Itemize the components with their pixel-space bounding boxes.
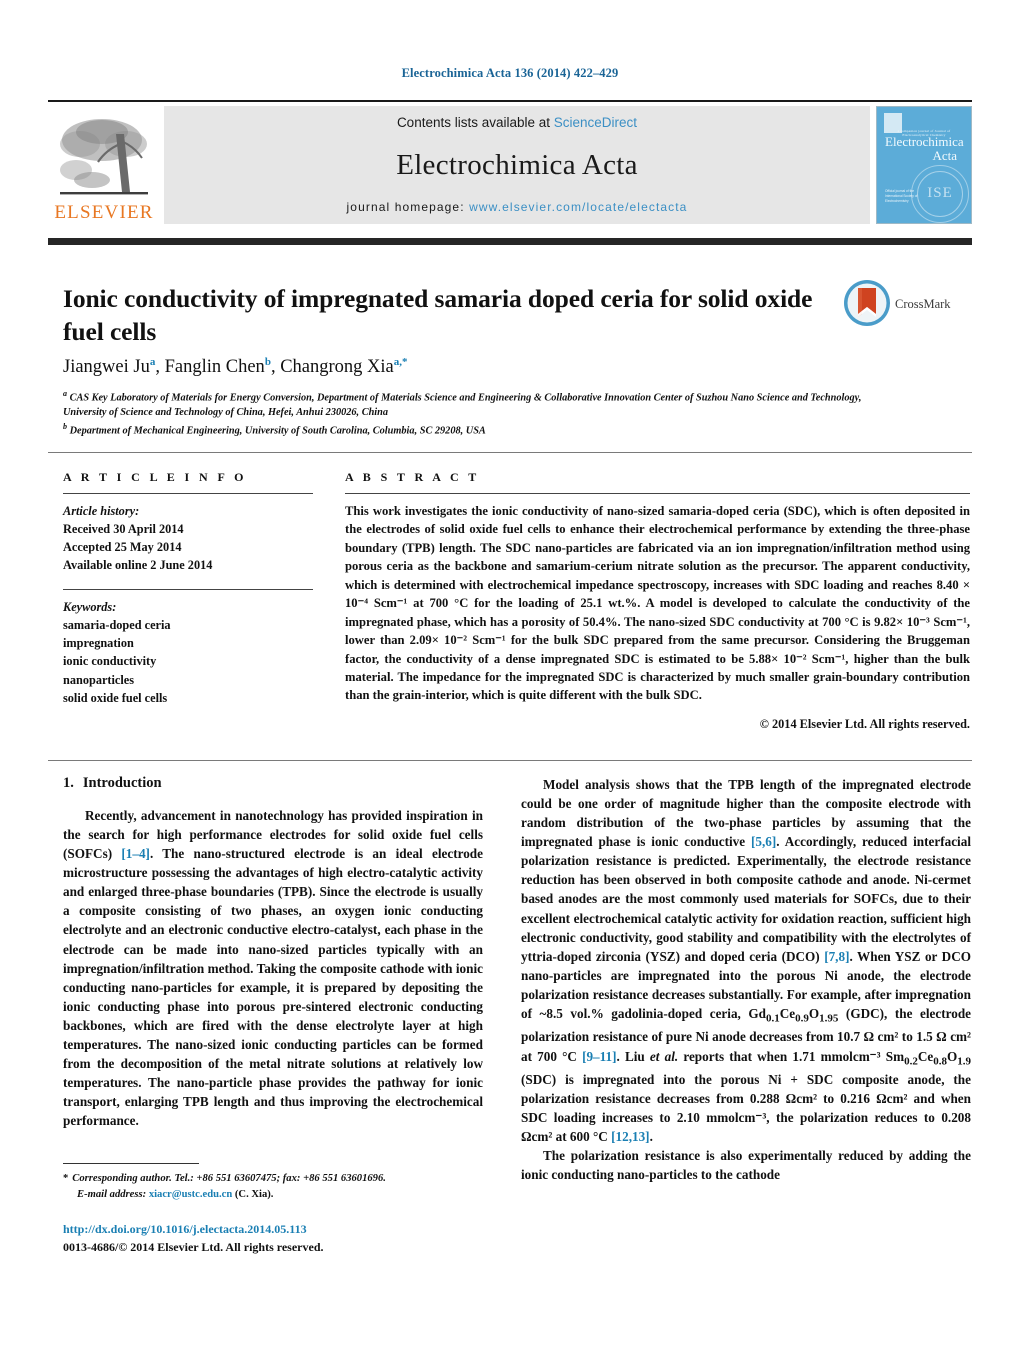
ise-seal-icon: ISE — [911, 165, 969, 223]
email-suffix: (C. Xia). — [234, 1188, 274, 1200]
title-block: Ionic conductivity of impregnated samari… — [63, 283, 823, 348]
footnote-corresponding-line: * Corresponding author. Tel.: +86 551 636… — [63, 1171, 493, 1187]
keyword-item: solid oxide fuel cells — [63, 690, 168, 705]
journal-band: Contents lists available at ScienceDirec… — [164, 106, 870, 224]
article-info-separator — [63, 589, 313, 591]
masthead-divider — [48, 238, 972, 245]
journal-homepage-link[interactable]: www.elsevier.com/locate/electacta — [469, 200, 687, 214]
keyword-item: nanoparticles — [63, 672, 135, 687]
footer-doi-block: http://dx.doi.org/10.1016/j.electacta.20… — [63, 1220, 493, 1256]
homepage-prefix: journal homepage: — [346, 200, 470, 214]
footnote-rule — [63, 1163, 199, 1164]
journal-cover-thumbnail: a companion journal of Journal of Electr… — [876, 106, 972, 224]
keyword-item: ionic conductivity — [63, 654, 157, 669]
running-head: Electrochimica Acta 136 (2014) 422–429 — [401, 66, 619, 80]
article-history-group: Article history: Received 30 April 2014 … — [63, 502, 313, 574]
journal-title: Electrochimica Acta — [396, 148, 638, 181]
affiliation-b: b Department of Mechanical Engineering, … — [63, 421, 486, 437]
elsevier-tree-icon — [60, 119, 148, 195]
keyword-item: samaria-doped ceria — [63, 618, 171, 633]
contents-prefix: Contents lists available at — [396, 115, 554, 130]
crossmark-label: CrossMark — [895, 297, 951, 311]
cover-journal-name-line2: Acta — [932, 147, 957, 163]
footnote-email-line: E-mail address: xiacr@ustc.edu.cn (C. Xi… — [63, 1187, 493, 1203]
info-section-top-rule — [48, 452, 972, 453]
email-link[interactable]: xiacr@ustc.edu.cn — [149, 1189, 232, 1200]
abstract-rule — [345, 493, 970, 494]
abstract-column: A B S T R A C T This work investigates t… — [345, 470, 970, 732]
elsevier-logo: ELSEVIER — [48, 106, 160, 224]
contents-list-line: Contents lists available at ScienceDirec… — [397, 115, 637, 130]
paragraph: Model analysis shows that the TPB length… — [521, 777, 972, 1145]
body-column-right: Model analysis shows that the TPB length… — [521, 775, 971, 1185]
abstract-text: This work investigates the ionic conduct… — [345, 504, 970, 703]
journal-masthead: ELSEVIER Contents lists available at Sci… — [48, 100, 972, 224]
crossmark-icon — [844, 280, 890, 326]
issn-copyright-line: 0013-4686/© 2014 Elsevier Ltd. All right… — [63, 1240, 324, 1254]
paragraph: The polarization resistance is also expe… — [521, 1148, 971, 1183]
email-label: E-mail address: — [77, 1188, 147, 1200]
page-title: Ionic conductivity of impregnated samari… — [63, 284, 813, 346]
affiliation-a: a CAS Key Laboratory of Materials for En… — [63, 389, 862, 419]
history-item: Accepted 25 May 2014 — [63, 540, 182, 555]
abstract-copyright: © 2014 Elsevier Ltd. All rights reserved… — [759, 716, 970, 731]
cover-journal-name: Electrochimica Acta — [885, 135, 967, 162]
section-title: Introduction — [82, 775, 162, 791]
sciencedirect-link[interactable]: ScienceDirect — [554, 115, 637, 130]
section-number: 1. — [63, 775, 74, 791]
article-info-rule — [63, 493, 313, 494]
history-item: Received 30 April 2014 — [63, 522, 184, 537]
abstract-bottom-rule — [48, 760, 972, 761]
keyword-item: impregnation — [63, 636, 134, 651]
corresponding-author-footnote: * Corresponding author. Tel.: +86 551 636… — [63, 1163, 493, 1203]
abstract-heading: A B S T R A C T — [345, 470, 480, 484]
cover-journal-name-line1: Electrochimica — [885, 134, 964, 149]
affiliation-a-text: CAS Key Laboratory of Materials for Ener… — [63, 392, 862, 419]
keywords-group: Keywords: samaria-doped ceria impregnati… — [63, 598, 313, 706]
article-history-title: Article history: — [63, 504, 140, 518]
article-info-heading: A R T I C L E I N F O — [63, 470, 247, 484]
journal-homepage-line: journal homepage: www.elsevier.com/locat… — [347, 200, 688, 214]
paragraph: Recently, advancement in nanotechnology … — [63, 808, 483, 1129]
elsevier-wordmark: ELSEVIER — [54, 202, 154, 223]
article-info-column: A R T I C L E I N F O Article history: R… — [63, 470, 313, 707]
section-heading-introduction: 1. Introduction — [63, 775, 483, 792]
affiliation-b-text: Department of Mechanical Engineering, Un… — [69, 425, 486, 437]
crossmark-badge[interactable]: CrossMark — [843, 279, 973, 335]
ise-seal-text: ISE — [927, 185, 953, 201]
footnote-corresponding-text: Corresponding author. Tel.: +86 551 6360… — [72, 1173, 386, 1184]
author-list: Jiangwei Jua, Fanglin Chenb, Changrong X… — [63, 356, 408, 378]
body-column-left: 1. Introduction Recently, advancement in … — [63, 775, 483, 1130]
doi-link[interactable]: http://dx.doi.org/10.1016/j.electacta.20… — [63, 1220, 493, 1238]
article-page: Electrochimica Acta 136 (2014) 422–429 E… — [0, 0, 1020, 1351]
footnote-star: * — [63, 1173, 69, 1184]
affiliations: a CAS Key Laboratory of Materials for En… — [63, 388, 893, 439]
history-item: Available online 2 June 2014 — [63, 558, 213, 573]
keywords-title: Keywords: — [63, 600, 117, 615]
